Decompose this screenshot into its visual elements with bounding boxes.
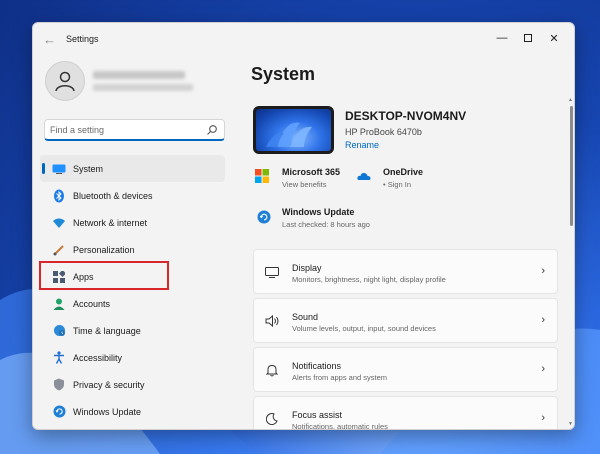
display-card[interactable]: Display Monitors, brightness, night ligh…: [253, 249, 558, 294]
monitor-icon: [264, 265, 280, 279]
microsoft365-sub: View benefits: [282, 180, 327, 189]
sidebar-item-personalization[interactable]: Personalization: [40, 236, 225, 263]
chevron-right-icon: ›: [541, 412, 545, 424]
device-thumbnail: [253, 106, 334, 154]
device-name: DESKTOP-NVOM4NV: [345, 109, 467, 123]
sidebar-item-system[interactable]: System: [40, 155, 225, 182]
onedrive-title: OneDrive: [383, 167, 424, 177]
avatar[interactable]: [45, 61, 85, 101]
scrollbar-thumb[interactable]: [570, 106, 573, 226]
brush-icon: [52, 243, 66, 257]
sidebar-item-windows-update[interactable]: Windows Update: [40, 398, 225, 425]
sidebar-item-network[interactable]: Network & internet: [40, 209, 225, 236]
page-title: System: [251, 64, 316, 84]
sidebar-item-label: Time & language: [73, 325, 141, 336]
sidebar-item-label: System: [73, 163, 104, 174]
sidebar-item-accessibility[interactable]: Accessibility: [40, 344, 225, 371]
card-title: Sound: [292, 312, 319, 322]
shield-icon: [52, 378, 66, 392]
card-desc: Volume levels, output, input, sound devi…: [292, 324, 436, 333]
windows-update-sub: Last checked: 8 hours ago: [282, 220, 370, 229]
rename-link[interactable]: Rename: [345, 140, 379, 150]
profile-name-blurred: [93, 71, 185, 79]
chevron-right-icon: ›: [541, 265, 545, 277]
notifications-card[interactable]: Notifications Alerts from apps and syste…: [253, 347, 558, 392]
display-icon: [52, 162, 66, 176]
device-model: HP ProBook 6470b: [345, 127, 422, 137]
windows-update-tile[interactable]: Windows Update Last checked: 8 hours ago: [282, 207, 370, 229]
sidebar-item-label: Privacy & security: [73, 379, 145, 390]
minimize-button[interactable]: —: [489, 28, 515, 48]
sidebar-item-label: Accessibility: [73, 352, 123, 363]
update-icon: [52, 405, 66, 419]
chevron-right-icon: ›: [541, 363, 545, 375]
sidebar-item-label: Windows Update: [73, 406, 142, 417]
search-box[interactable]: [44, 119, 225, 141]
microsoft365-tile[interactable]: Microsoft 365 View benefits: [282, 167, 340, 189]
card-desc: Notifications, automatic rules: [292, 422, 388, 430]
onedrive-icon: [357, 172, 371, 180]
sidebar-item-time-language[interactable]: Time & language: [40, 317, 225, 344]
sound-card[interactable]: Sound Volume levels, output, input, soun…: [253, 298, 558, 343]
bell-icon: [264, 363, 280, 377]
speaker-icon: [264, 314, 280, 328]
card-title: Display: [292, 263, 322, 273]
person-icon: [55, 71, 75, 92]
windows-update-title: Windows Update: [282, 207, 355, 217]
sidebar-nav: System Bluetooth & devices Network & int…: [40, 155, 225, 425]
microsoft365-title: Microsoft 365: [282, 167, 341, 177]
focus-assist-card[interactable]: Focus assist Notifications, automatic ru…: [253, 396, 558, 430]
chevron-right-icon: ›: [541, 314, 545, 326]
sidebar-item-bluetooth[interactable]: Bluetooth & devices: [40, 182, 225, 209]
back-arrow-icon[interactable]: ←: [43, 32, 56, 47]
scroll-down-arrow-icon[interactable]: ▼: [568, 421, 573, 427]
scroll-up-arrow-icon[interactable]: ▲: [568, 97, 573, 103]
card-title: Notifications: [292, 361, 342, 371]
search-input[interactable]: [50, 123, 200, 137]
apps-highlight-box: [39, 261, 169, 290]
settings-window: ← Settings — ✕ System Bluet: [32, 22, 575, 430]
card-desc: Monitors, brightness, night light, displ…: [292, 275, 446, 284]
settings-list: Display Monitors, brightness, night ligh…: [253, 249, 558, 430]
card-desc: Alerts from apps and system: [292, 373, 388, 382]
close-button[interactable]: ✕: [541, 28, 567, 48]
card-title: Focus assist: [292, 410, 343, 420]
wifi-icon: [52, 216, 66, 230]
maximize-button[interactable]: [515, 28, 541, 48]
microsoft365-icon: [255, 169, 269, 183]
onedrive-tile[interactable]: OneDrive • Sign In: [383, 167, 423, 189]
person-icon: [52, 297, 66, 311]
onedrive-sub: • Sign In: [383, 180, 412, 189]
sidebar-item-label: Personalization: [73, 244, 135, 255]
sidebar-item-label: Bluetooth & devices: [73, 190, 153, 201]
sidebar-item-label: Accounts: [73, 298, 111, 309]
sidebar-item-accounts[interactable]: Accounts: [40, 290, 225, 317]
window-title: Settings: [66, 34, 99, 44]
search-icon[interactable]: [206, 124, 218, 136]
moon-icon: [264, 412, 280, 426]
title-bar: ← Settings — ✕: [33, 23, 574, 55]
sidebar-item-label: Network & internet: [73, 217, 148, 228]
profile-email-blurred: [93, 84, 193, 91]
globe-clock-icon: [52, 324, 66, 338]
windows-update-icon: [257, 210, 271, 224]
bluetooth-icon: [52, 189, 66, 203]
accessibility-icon: [52, 351, 66, 365]
sidebar-item-privacy[interactable]: Privacy & security: [40, 371, 225, 398]
